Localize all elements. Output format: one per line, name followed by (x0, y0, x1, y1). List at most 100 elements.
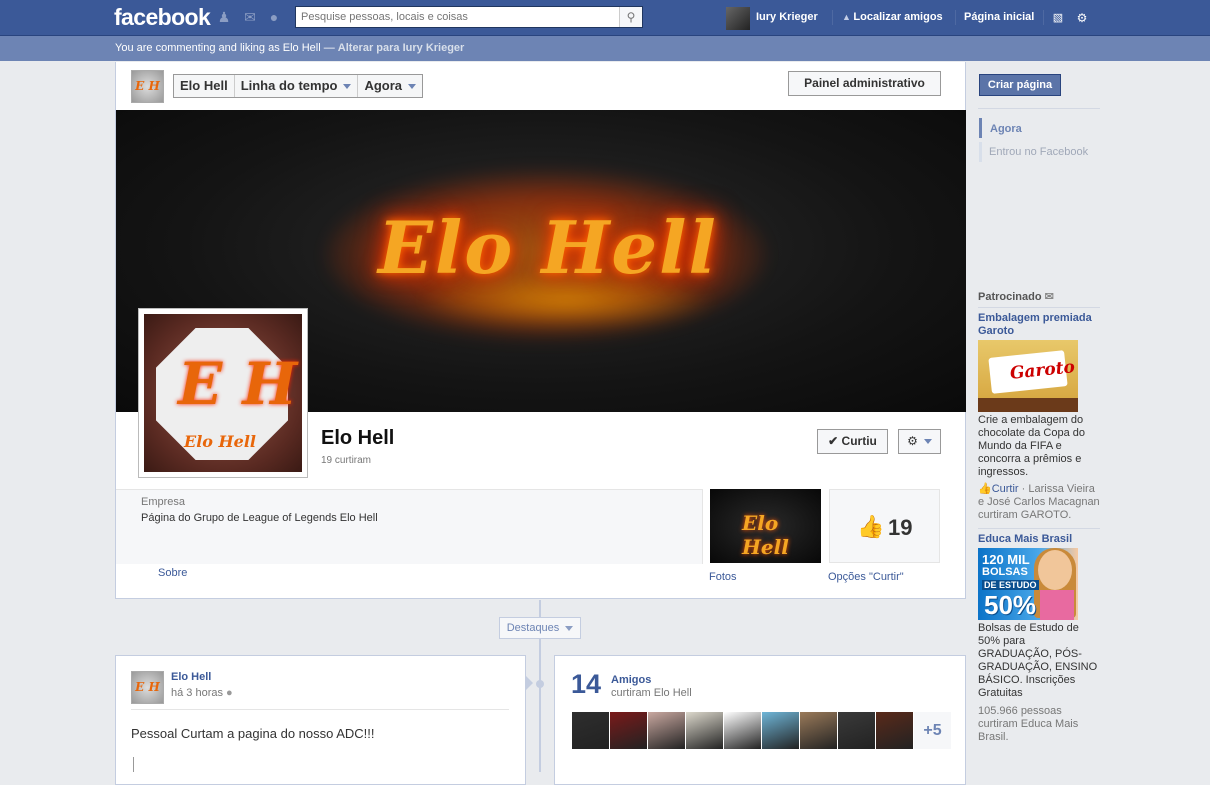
messages-icon[interactable]: ✉ (242, 10, 258, 24)
divider (1043, 10, 1044, 25)
friends-count[interactable]: 14 (571, 669, 601, 700)
chevron-down-icon (565, 625, 574, 631)
about-link[interactable]: Sobre (158, 567, 187, 579)
profile-logo-initials: E H (178, 350, 298, 418)
switch-user-link[interactable]: Alterar para Iury Krieger (338, 42, 465, 54)
acting-as-bar: You are commenting and liking as Elo Hel… (0, 36, 1210, 61)
timeline-tab[interactable]: Linha do tempo (235, 75, 359, 97)
timeline-tab-label: Linha do tempo (240, 78, 338, 93)
ad-social-context: 👍Curtir · Larissa Vieira e José Carlos M… (978, 483, 1100, 522)
friend-thumbnail[interactable] (686, 712, 723, 749)
ad-image-text-2: BOLSAS (982, 566, 1028, 578)
highlights-dropdown[interactable]: Destaques (499, 617, 581, 639)
about-category: Empresa (141, 496, 186, 508)
timeline-nav-joined[interactable]: Entrou no Facebook (989, 146, 1088, 158)
ad-image-text-3: DE ESTUDO (982, 580, 1039, 590)
page-options-button[interactable]: ⚙ (898, 429, 941, 454)
post-author[interactable]: Elo Hell (171, 671, 211, 683)
chevron-up-icon: ▲ (842, 12, 854, 22)
chevron-down-icon (343, 84, 352, 90)
settings-gear-icon[interactable]: ⚙ (1074, 11, 1090, 25)
cover-text: Elo Hell (378, 205, 718, 290)
friend-thumbnail[interactable] (838, 712, 875, 749)
nav-marker (979, 118, 982, 138)
friend-thumbnail[interactable] (724, 712, 761, 749)
ad-title[interactable]: Educa Mais Brasil (978, 533, 1098, 546)
likes-count-text[interactable]: 19 curtiram (321, 455, 371, 466)
ad-image-face (1038, 550, 1072, 590)
ad-body: Bolsas de Estudo de 50% para GRADUAÇÃO, … (978, 622, 1098, 699)
ad-image[interactable]: Garoto (978, 340, 1078, 412)
likes-box[interactable]: 👍 19 (829, 489, 940, 563)
page-name-tab[interactable]: Elo Hell (174, 75, 235, 97)
user-name-link[interactable]: Iury Krieger (756, 11, 818, 23)
like-options-link[interactable]: Opções "Curtir" (828, 571, 904, 583)
user-avatar[interactable] (726, 7, 750, 30)
friend-requests-icon[interactable]: ♟ (216, 10, 232, 24)
liked-label: Curtiu (841, 434, 877, 448)
friend-thumbnail[interactable] (876, 712, 913, 749)
ad-body: Crie a embalagem do chocolate da Copa do… (978, 414, 1086, 478)
post-timestamp[interactable]: há 3 horas ● (171, 687, 233, 699)
divider (832, 10, 833, 25)
home-link[interactable]: Página inicial (964, 11, 1034, 23)
about-description: Página do Grupo de League of Legends Elo… (141, 512, 378, 524)
highlights-label: Destaques (506, 622, 560, 634)
friend-thumbnail[interactable] (648, 712, 685, 749)
divider (978, 307, 1100, 308)
find-friends-link[interactable]: ▲ Localizar amigos (842, 11, 943, 23)
page-logo-mini: E H (132, 71, 163, 102)
friend-thumbnail[interactable] (762, 712, 799, 749)
profile-logo-text: Elo Hell (184, 432, 256, 451)
ad-like-link[interactable]: Curtir (992, 483, 1019, 495)
friend-thumbnail[interactable] (800, 712, 837, 749)
post-avatar[interactable]: E H (131, 671, 164, 704)
ad-image-text-1: 120 MIL (982, 552, 1030, 567)
privacy-icon[interactable]: ▧ (1050, 11, 1066, 25)
ad-image-text-4: 50% (984, 590, 1037, 620)
friends-subtitle: curtiram Elo Hell (611, 687, 692, 699)
post-time-text: há 3 horas (171, 687, 223, 699)
top-bar: facebook ♟ ✉ ● ⚲ Iury Krieger ▲ Localiza… (0, 0, 1210, 36)
divider (131, 709, 509, 710)
create-page-button[interactable]: Criar página (979, 74, 1061, 96)
page-title[interactable]: Elo Hell (321, 427, 394, 450)
profile-picture-image: E H Elo Hell (144, 314, 302, 472)
search-input[interactable] (296, 7, 624, 27)
photos-thumbnail[interactable]: Elo Hell (710, 489, 821, 563)
ad-image[interactable]: 120 MIL BOLSAS DE ESTUDO 50% (978, 548, 1078, 620)
ad-image-body (1040, 590, 1074, 620)
post-quote-bar (133, 757, 134, 772)
ad-image-chocolate (978, 398, 1078, 412)
sponsored-label: Patrocinado (978, 291, 1042, 303)
admin-panel-button[interactable]: Painel administrativo (788, 71, 941, 96)
photos-link[interactable]: Fotos (709, 571, 737, 583)
friend-thumbnail[interactable] (572, 712, 609, 749)
profile-picture[interactable]: E H Elo Hell (138, 308, 308, 478)
now-tab[interactable]: Agora (358, 75, 422, 97)
search-icon[interactable]: ⚲ (619, 7, 642, 27)
notifications-icon[interactable]: ● (266, 10, 282, 24)
ad-image-brand: Garoto (1009, 357, 1076, 384)
gear-icon: ⚙ (907, 434, 918, 448)
timeline-nav-now[interactable]: Agora (990, 123, 1022, 135)
ad-title[interactable]: Embalagem premiada Garoto (978, 312, 1098, 338)
chevron-down-icon (923, 439, 932, 445)
ad-image-wrapper: Garoto (988, 350, 1076, 394)
acting-as-text: You are commenting and liking as Elo Hel… (115, 42, 464, 54)
post-pointer (526, 676, 533, 690)
about-box[interactable] (116, 489, 703, 564)
now-tab-label: Agora (364, 78, 403, 93)
find-friends-label: Localizar amigos (853, 11, 943, 23)
page-thumbnail[interactable]: E H (131, 70, 164, 103)
friend-thumbnail[interactable] (610, 712, 647, 749)
friends-title[interactable]: Amigos (611, 674, 651, 686)
search-box: ⚲ (295, 6, 643, 28)
timeline-dot (536, 680, 544, 688)
thumbs-up-icon: 👍 (857, 514, 885, 539)
facebook-logo[interactable]: facebook (114, 4, 211, 31)
sponsored-header[interactable]: Patrocinado ✉ (978, 290, 1054, 303)
liked-button[interactable]: ✔ Curtiu (817, 429, 888, 454)
globe-icon: ● (226, 687, 233, 699)
more-friends-button[interactable]: +5 (914, 712, 951, 749)
